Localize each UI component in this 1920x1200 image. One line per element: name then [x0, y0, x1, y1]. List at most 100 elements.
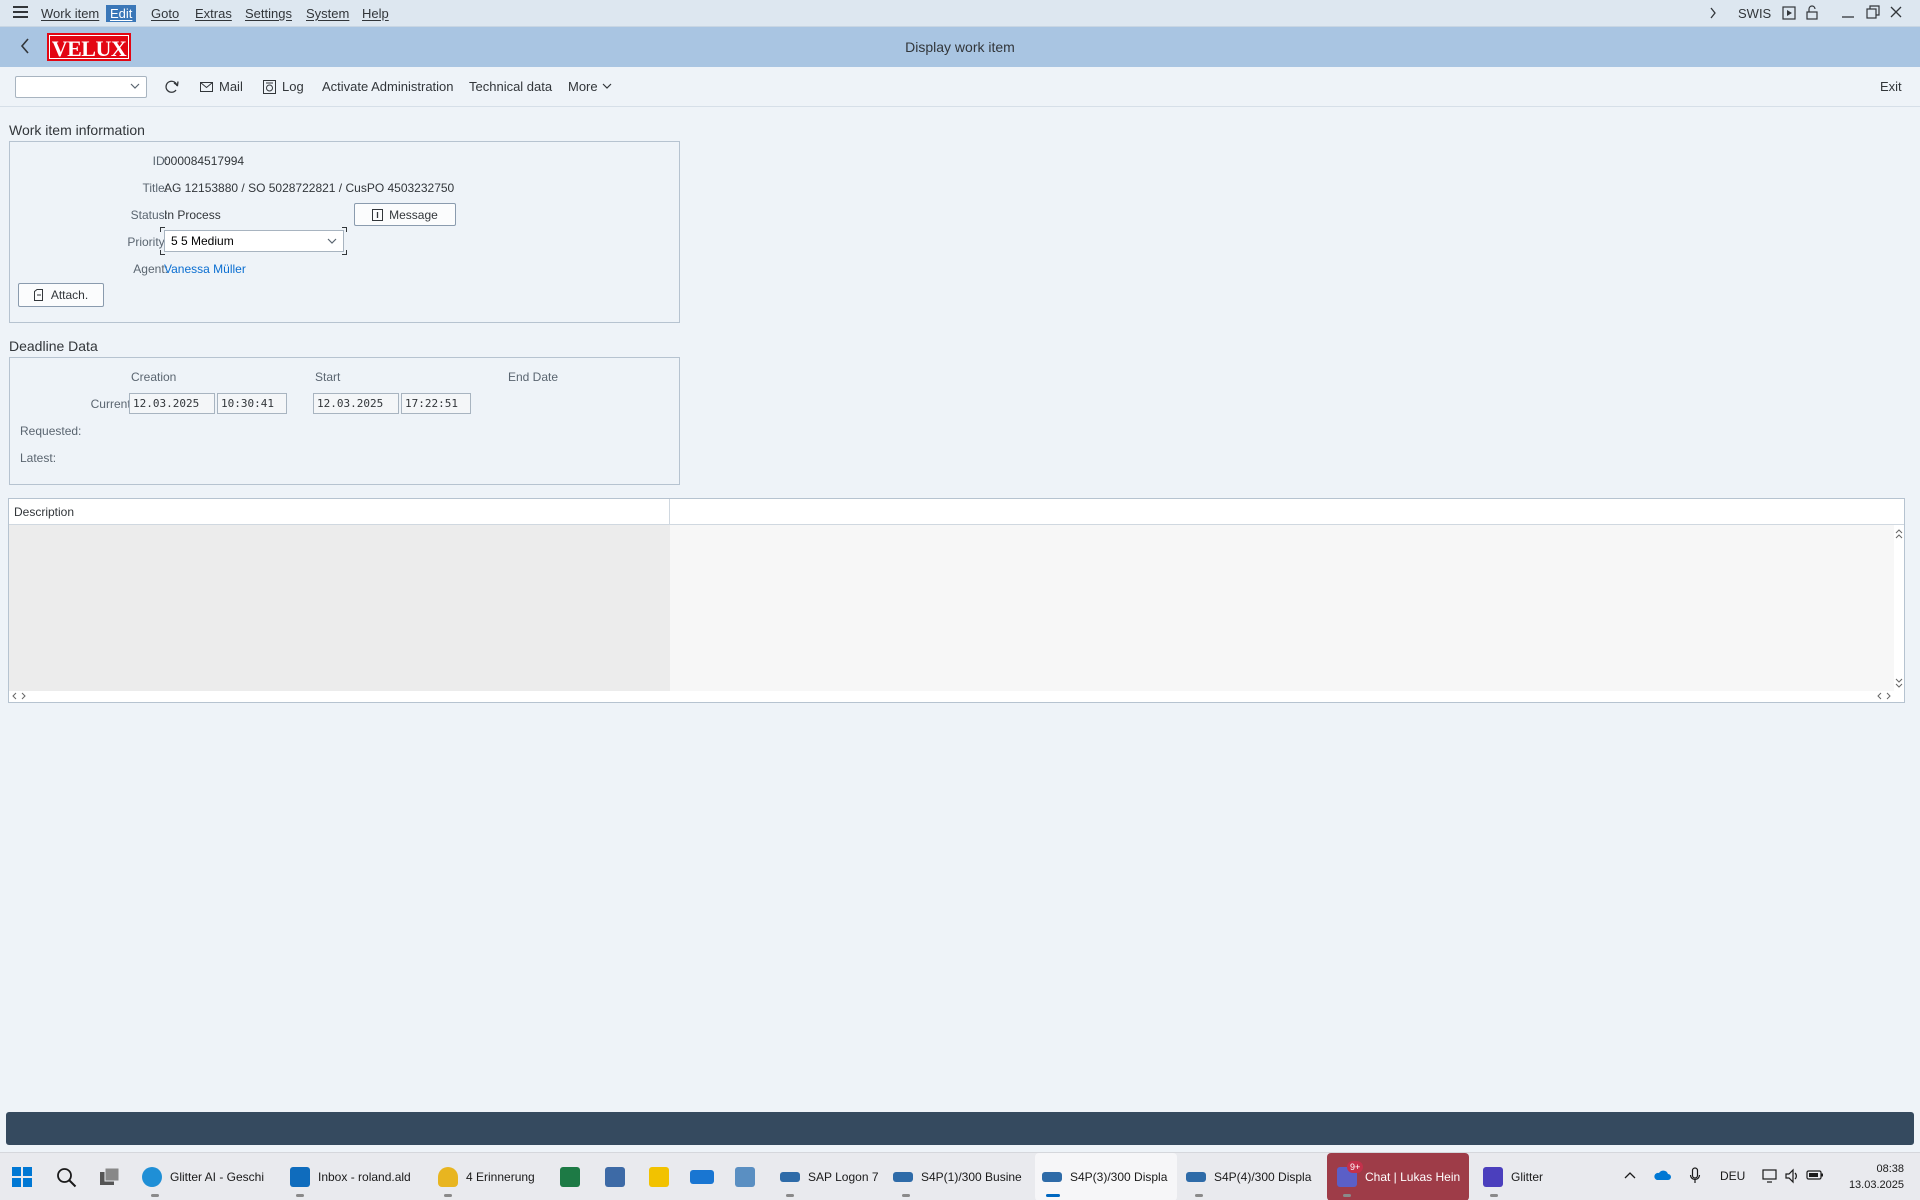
play-icon[interactable]: [1782, 6, 1796, 20]
search-icon[interactable]: [56, 1167, 77, 1188]
message-label: Message: [389, 207, 438, 222]
bell-icon: [438, 1167, 458, 1187]
sap-gui-icon: [1042, 1172, 1062, 1182]
focus-corner: [342, 227, 347, 232]
clock-date: 13.03.2025: [1848, 1179, 1904, 1191]
scroll-up-icon[interactable]: [1894, 527, 1904, 541]
description-text-area[interactable]: [670, 525, 1894, 692]
column-divider: [669, 499, 670, 525]
log-label: Log: [282, 79, 304, 94]
menu-extras[interactable]: Extras: [195, 6, 232, 21]
menu-help[interactable]: Help: [362, 6, 389, 21]
windows-start-icon[interactable]: [12, 1167, 32, 1187]
menu-settings[interactable]: Settings: [245, 6, 292, 21]
taskbar-document[interactable]: [735, 1153, 755, 1200]
taskbar-label: Glitter: [1511, 1170, 1544, 1184]
horizontal-scrollbar[interactable]: [9, 691, 1904, 702]
scroll-down-icon[interactable]: [1894, 676, 1904, 690]
work-item-group: ID: 000084517994 Title: AG 12153880 / SO…: [9, 141, 680, 323]
command-field[interactable]: [15, 76, 147, 98]
restore-icon[interactable]: [1866, 5, 1880, 19]
taskbar-excel[interactable]: [560, 1153, 580, 1200]
exit-button[interactable]: Exit: [1880, 79, 1902, 94]
taskbar-s4p4[interactable]: S4P(4)/300 Displa: [1186, 1153, 1316, 1200]
microphone-icon[interactable]: [1689, 1167, 1701, 1185]
activate-administration-button[interactable]: Activate Administration: [322, 79, 454, 94]
glitter-icon: [1483, 1167, 1503, 1187]
scroll-left-right-icon[interactable]: [11, 691, 31, 701]
language-indicator[interactable]: DEU: [1720, 1169, 1745, 1183]
menu-goto[interactable]: Goto: [151, 6, 179, 21]
sap-gui-icon: [780, 1172, 800, 1182]
status-value: In Process: [164, 208, 221, 222]
refresh-icon[interactable]: [164, 79, 180, 95]
close-icon[interactable]: [1890, 6, 1902, 18]
taskbar-label: S4P(4)/300 Displa: [1214, 1170, 1312, 1184]
system-id: SWIS: [1738, 6, 1772, 21]
mail-icon: [200, 81, 213, 92]
agent-label: Agent:: [133, 262, 168, 276]
network-icon[interactable]: [1762, 1168, 1778, 1184]
chevron-up-icon[interactable]: [1624, 1171, 1636, 1179]
creation-time-field[interactable]: 10:30:41: [217, 393, 287, 414]
clock-time: 08:38: [1876, 1163, 1904, 1175]
agent-link[interactable]: Vanessa Müller: [164, 262, 246, 276]
work-item-group-title: Work item information: [9, 122, 145, 138]
priority-select[interactable]: 5 5 Medium: [164, 230, 344, 252]
menu-work-item[interactable]: Work item: [41, 6, 99, 21]
taskbar-sap-logon[interactable]: SAP Logon 7: [780, 1153, 880, 1200]
taskbar-s4p1[interactable]: S4P(1)/300 Busine: [893, 1153, 1023, 1200]
taskbar-reminders[interactable]: 4 Erinnerung: [438, 1153, 538, 1200]
message-button[interactable]: Message: [354, 203, 456, 226]
vertical-scrollbar[interactable]: [1894, 525, 1904, 692]
menu-edit[interactable]: Edit: [106, 5, 137, 22]
taskbar-sticky-notes[interactable]: [649, 1153, 669, 1200]
creation-column-header: Creation: [131, 370, 177, 384]
more-button[interactable]: More: [568, 79, 612, 94]
title-label: Title:: [142, 181, 168, 195]
battery-icon[interactable]: [1806, 1169, 1824, 1181]
chevron-down-icon: [327, 238, 337, 244]
taskbar-label: 4 Erinnerung: [466, 1170, 535, 1184]
start-time-field[interactable]: 17:22:51: [401, 393, 471, 414]
chevron-down-icon: [602, 83, 612, 89]
running-indicator: [1490, 1194, 1498, 1197]
taskbar-edge[interactable]: Glitter AI - Geschi: [142, 1153, 272, 1200]
unlock-icon[interactable]: [1806, 5, 1820, 20]
scroll-left-right-icon[interactable]: [1876, 691, 1896, 701]
volume-icon[interactable]: [1784, 1168, 1800, 1184]
title-value: AG 12153880 / SO 5028722821 / CusPO 4503…: [164, 181, 455, 195]
taskbar-label: S4P(1)/300 Busine: [921, 1170, 1022, 1184]
taskbar-teams[interactable]: 9+ Chat | Lukas Hein: [1327, 1153, 1469, 1200]
description-header: Description: [9, 499, 1904, 525]
clock[interactable]: 08:38 13.03.2025: [1849, 1161, 1904, 1193]
outlook-icon: [290, 1167, 310, 1187]
taskbar-label: Chat | Lukas Hein: [1365, 1170, 1461, 1184]
task-view-icon[interactable]: [99, 1167, 121, 1187]
id-label: ID:: [152, 154, 168, 168]
taskbar-s4p3[interactable]: S4P(3)/300 Displa: [1035, 1153, 1177, 1200]
menu-system[interactable]: System: [306, 6, 349, 21]
title-bar: VELUX Display work item: [0, 27, 1920, 67]
mail-button[interactable]: Mail: [200, 79, 243, 94]
taskbar-label: S4P(3)/300 Displa: [1070, 1170, 1168, 1184]
start-date-field[interactable]: 12.03.2025: [313, 393, 399, 414]
chevron-right-icon[interactable]: [1709, 7, 1717, 19]
minimize-icon[interactable]: [1841, 7, 1855, 19]
technical-data-button[interactable]: Technical data: [469, 79, 552, 94]
chevron-down-icon: [130, 83, 140, 89]
hamburger-menu-icon[interactable]: [13, 6, 28, 20]
focus-corner: [342, 250, 347, 255]
current-label: Current:: [90, 397, 134, 411]
attach-button[interactable]: Attach.: [18, 283, 104, 307]
onedrive-icon[interactable]: [1653, 1169, 1671, 1181]
creation-date-field[interactable]: 12.03.2025: [129, 393, 215, 414]
taskbar-sap[interactable]: [690, 1153, 714, 1200]
log-button[interactable]: Log: [263, 79, 304, 94]
running-indicator: [296, 1194, 304, 1197]
priority-value: 5 5 Medium: [171, 234, 234, 248]
taskbar-calculator[interactable]: [605, 1153, 625, 1200]
description-tree[interactable]: [9, 525, 670, 692]
taskbar-outlook[interactable]: Inbox - roland.ald: [290, 1153, 420, 1200]
taskbar-glitter[interactable]: Glitter: [1483, 1153, 1573, 1200]
